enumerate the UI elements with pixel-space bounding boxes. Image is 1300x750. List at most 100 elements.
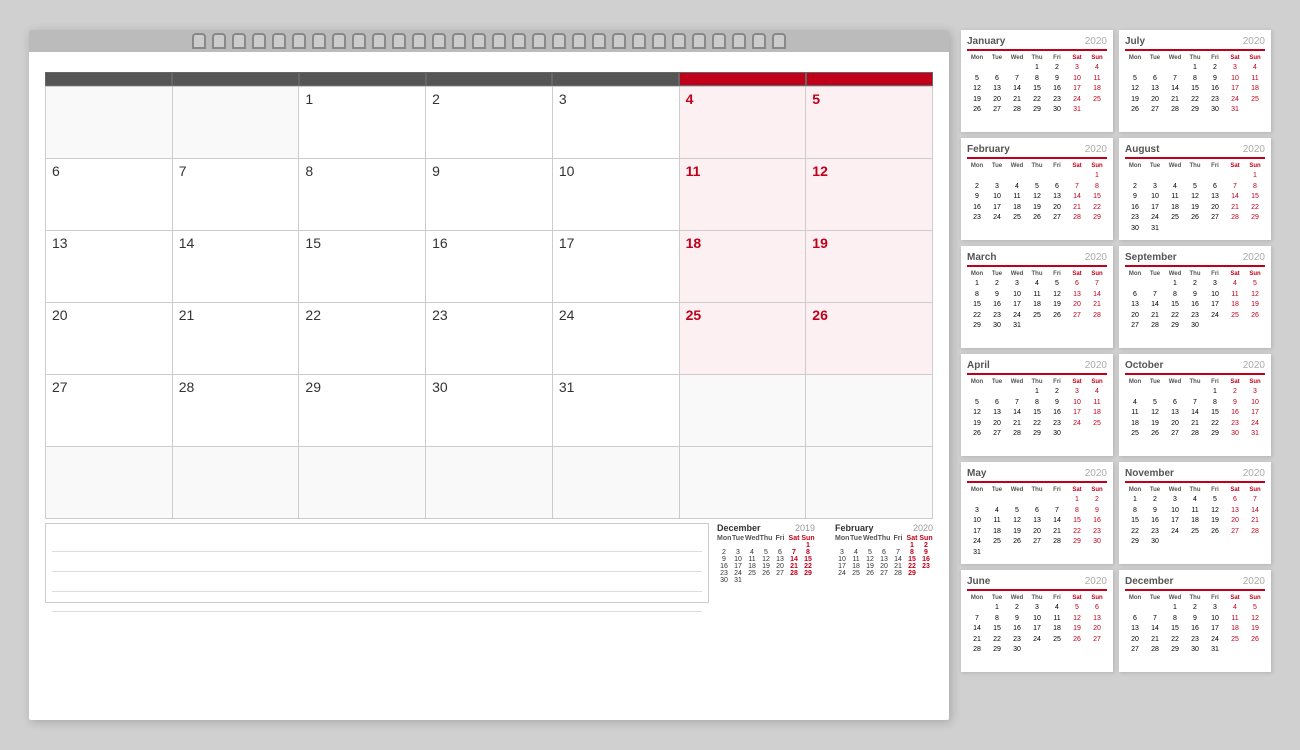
cal-cell: 7: [173, 159, 300, 231]
date-number: 21: [179, 307, 195, 323]
calendar-header: [29, 52, 949, 72]
date-number: 23: [432, 307, 448, 323]
date-number: 16: [432, 235, 448, 251]
cal-cell: [426, 447, 553, 519]
spiral-binding: [29, 30, 949, 52]
cal-cell: 19: [806, 231, 933, 303]
cal-cell: 27: [46, 375, 173, 447]
cal-cell: 11: [680, 159, 807, 231]
date-number: 18: [686, 235, 702, 251]
date-number: 17: [559, 235, 575, 251]
cal-cell: [173, 87, 300, 159]
mini-calendars-bottom: December2019MonTueWedThuFriSatSun1234567…: [717, 523, 933, 584]
cal-cell: 20: [46, 303, 173, 375]
bottom-area: December2019MonTueWedThuFriSatSun1234567…: [45, 523, 933, 603]
cal-cell: 1: [299, 87, 426, 159]
calendar-grid: 1234567891011121314151617181920212223242…: [45, 86, 933, 519]
side-mini-june: June2020MonTueWedThuFriSatSun12345678910…: [961, 570, 1113, 672]
cal-cell: 18: [680, 231, 807, 303]
cal-cell: [553, 447, 680, 519]
cal-cell: 16: [426, 231, 553, 303]
date-number: 5: [812, 91, 820, 107]
day-header-tue: [172, 72, 299, 86]
side-mini-april: April2020MonTueWedThuFriSatSun1234567891…: [961, 354, 1113, 456]
cal-cell: [680, 447, 807, 519]
cal-cell: 13: [46, 231, 173, 303]
date-number: 22: [305, 307, 321, 323]
cal-cell: 8: [299, 159, 426, 231]
day-header-wed: [299, 72, 426, 86]
cal-cell: 6: [46, 159, 173, 231]
day-header-fri: [552, 72, 679, 86]
date-number: 27: [52, 379, 68, 395]
side-panel: January2020MonTueWedThuFriSatSun12345678…: [961, 30, 1271, 672]
date-number: 29: [305, 379, 321, 395]
date-number: 14: [179, 235, 195, 251]
cal-cell: 17: [553, 231, 680, 303]
cal-cell: 24: [553, 303, 680, 375]
cal-cell: 10: [553, 159, 680, 231]
date-number: 30: [432, 379, 448, 395]
cal-cell: [46, 87, 173, 159]
cal-cell: 2: [426, 87, 553, 159]
cal-cell: [173, 447, 300, 519]
date-number: 4: [686, 91, 694, 107]
side-mini-february: February2020MonTueWedThuFriSatSun1234567…: [961, 138, 1113, 240]
cal-cell: 5: [806, 87, 933, 159]
date-number: 2: [432, 91, 440, 107]
cal-cell: [680, 375, 807, 447]
date-number: 12: [812, 163, 828, 179]
mini-cal-february: February2020MonTueWedThuFriSatSun1234567…: [835, 523, 933, 584]
cal-cell: 30: [426, 375, 553, 447]
date-number: 26: [812, 307, 828, 323]
day-header-thu: [426, 72, 553, 86]
cal-cell: 31: [553, 375, 680, 447]
side-mini-august: August2020MonTueWedThuFriSatSun123456789…: [1119, 138, 1271, 240]
cal-cell: 29: [299, 375, 426, 447]
day-header-sat: [679, 72, 806, 86]
date-number: 31: [559, 379, 575, 395]
cal-cell: [46, 447, 173, 519]
side-mini-september: September2020MonTueWedThuFriSatSun123456…: [1119, 246, 1271, 348]
date-number: 11: [686, 163, 701, 179]
side-mini-december: December2020MonTueWedThuFriSatSun1234567…: [1119, 570, 1271, 672]
date-number: 28: [179, 379, 195, 395]
date-number: 19: [812, 235, 828, 251]
date-number: 6: [52, 163, 60, 179]
cal-cell: 3: [553, 87, 680, 159]
mini-cal-december: December2019MonTueWedThuFriSatSun1234567…: [717, 523, 815, 584]
side-mini-july: July2020MonTueWedThuFriSatSun12345678910…: [1119, 30, 1271, 132]
cal-cell: 9: [426, 159, 553, 231]
cal-cell: 15: [299, 231, 426, 303]
date-number: 1: [305, 91, 313, 107]
day-header-mon: [45, 72, 172, 86]
date-number: 7: [179, 163, 187, 179]
date-number: 8: [305, 163, 313, 179]
cal-cell: 4: [680, 87, 807, 159]
cal-cell: 14: [173, 231, 300, 303]
date-number: 3: [559, 91, 567, 107]
day-header-sun: [806, 72, 933, 86]
date-number: 25: [686, 307, 702, 323]
date-number: 13: [52, 235, 68, 251]
cal-cell: 28: [173, 375, 300, 447]
day-headers: [45, 72, 933, 86]
date-number: 10: [559, 163, 575, 179]
cal-cell: 21: [173, 303, 300, 375]
side-mini-november: November2020MonTueWedThuFriSatSun1234567…: [1119, 462, 1271, 564]
date-number: 24: [559, 307, 575, 323]
notes-box: [45, 523, 709, 603]
cal-cell: 22: [299, 303, 426, 375]
cal-cell: 23: [426, 303, 553, 375]
side-mini-march: March2020MonTueWedThuFriSatSun1234567891…: [961, 246, 1113, 348]
cal-cell: 26: [806, 303, 933, 375]
date-number: 20: [52, 307, 68, 323]
date-number: 9: [432, 163, 440, 179]
side-mini-october: October2020MonTueWedThuFriSatSun12345678…: [1119, 354, 1271, 456]
cal-cell: 25: [680, 303, 807, 375]
side-mini-may: May2020MonTueWedThuFriSatSun123456789101…: [961, 462, 1113, 564]
side-mini-january: January2020MonTueWedThuFriSatSun12345678…: [961, 30, 1113, 132]
cal-cell: [806, 447, 933, 519]
cal-cell: [299, 447, 426, 519]
main-calendar: 1234567891011121314151617181920212223242…: [29, 30, 949, 720]
